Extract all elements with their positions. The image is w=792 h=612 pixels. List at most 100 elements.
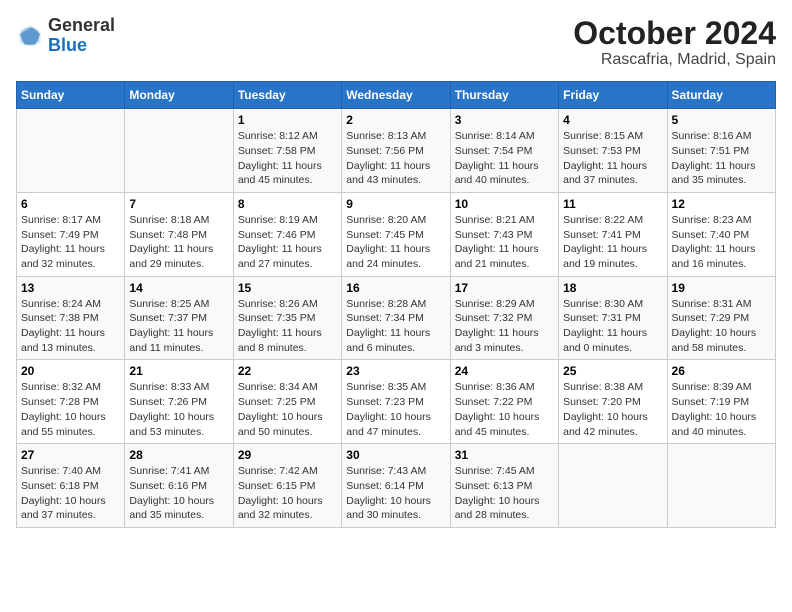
- calendar-cell: 19 Sunrise: 8:31 AMSunset: 7:29 PMDayligh…: [667, 276, 775, 360]
- day-number: 29: [238, 448, 337, 462]
- day-info: Sunrise: 7:41 AMSunset: 6:16 PMDaylight:…: [129, 464, 228, 523]
- day-info: Sunrise: 8:16 AMSunset: 7:51 PMDaylight:…: [672, 129, 771, 188]
- day-info: Sunrise: 8:36 AMSunset: 7:22 PMDaylight:…: [455, 380, 554, 439]
- day-info: Sunrise: 8:26 AMSunset: 7:35 PMDaylight:…: [238, 297, 337, 356]
- day-info: Sunrise: 8:38 AMSunset: 7:20 PMDaylight:…: [563, 380, 662, 439]
- calendar-cell: 23 Sunrise: 8:35 AMSunset: 7:23 PMDayligh…: [342, 360, 450, 444]
- calendar-cell: 28 Sunrise: 7:41 AMSunset: 6:16 PMDayligh…: [125, 444, 233, 528]
- day-info: Sunrise: 7:40 AMSunset: 6:18 PMDaylight:…: [21, 464, 120, 523]
- calendar-week-row: 20 Sunrise: 8:32 AMSunset: 7:28 PMDayligh…: [17, 360, 776, 444]
- calendar-week-row: 6 Sunrise: 8:17 AMSunset: 7:49 PMDaylight…: [17, 192, 776, 276]
- column-header-saturday: Saturday: [667, 82, 775, 109]
- calendar-cell: 27 Sunrise: 7:40 AMSunset: 6:18 PMDayligh…: [17, 444, 125, 528]
- day-info: Sunrise: 7:45 AMSunset: 6:13 PMDaylight:…: [455, 464, 554, 523]
- day-number: 21: [129, 364, 228, 378]
- calendar-cell: 20 Sunrise: 8:32 AMSunset: 7:28 PMDayligh…: [17, 360, 125, 444]
- calendar-cell: 30 Sunrise: 7:43 AMSunset: 6:14 PMDayligh…: [342, 444, 450, 528]
- calendar-cell: 15 Sunrise: 8:26 AMSunset: 7:35 PMDayligh…: [233, 276, 341, 360]
- calendar-cell: 10 Sunrise: 8:21 AMSunset: 7:43 PMDayligh…: [450, 192, 558, 276]
- day-info: Sunrise: 8:39 AMSunset: 7:19 PMDaylight:…: [672, 380, 771, 439]
- calendar-cell: 9Sunrise: 8:20 AMSunset: 7:45 PMDaylight…: [342, 192, 450, 276]
- day-number: 23: [346, 364, 445, 378]
- calendar-cell: 21 Sunrise: 8:33 AMSunset: 7:26 PMDayligh…: [125, 360, 233, 444]
- column-header-wednesday: Wednesday: [342, 82, 450, 109]
- column-header-monday: Monday: [125, 82, 233, 109]
- calendar-cell: [667, 444, 775, 528]
- calendar-header-row: SundayMondayTuesdayWednesdayThursdayFrid…: [17, 82, 776, 109]
- calendar-cell: 14 Sunrise: 8:25 AMSunset: 7:37 PMDayligh…: [125, 276, 233, 360]
- day-number: 31: [455, 448, 554, 462]
- day-number: 17: [455, 281, 554, 295]
- day-info: Sunrise: 8:17 AMSunset: 7:49 PMDaylight:…: [21, 213, 120, 272]
- day-number: 12: [672, 197, 771, 211]
- day-info: Sunrise: 8:22 AMSunset: 7:41 PMDaylight:…: [563, 213, 662, 272]
- day-number: 19: [672, 281, 771, 295]
- calendar-cell: 17 Sunrise: 8:29 AMSunset: 7:32 PMDayligh…: [450, 276, 558, 360]
- day-number: 8: [238, 197, 337, 211]
- calendar-week-row: 1Sunrise: 8:12 AMSunset: 7:58 PMDaylight…: [17, 109, 776, 193]
- calendar-cell: [125, 109, 233, 193]
- day-number: 22: [238, 364, 337, 378]
- calendar-week-row: 27 Sunrise: 7:40 AMSunset: 6:18 PMDayligh…: [17, 444, 776, 528]
- day-number: 15: [238, 281, 337, 295]
- day-number: 10: [455, 197, 554, 211]
- calendar-cell: 24 Sunrise: 8:36 AMSunset: 7:22 PMDayligh…: [450, 360, 558, 444]
- day-info: Sunrise: 8:25 AMSunset: 7:37 PMDaylight:…: [129, 297, 228, 356]
- day-number: 2: [346, 113, 445, 127]
- day-number: 4: [563, 113, 662, 127]
- logo: General Blue: [16, 16, 115, 56]
- calendar-cell: 29Sunrise: 7:42 AMSunset: 6:15 PMDayligh…: [233, 444, 341, 528]
- calendar-subtitle: Rascafria, Madrid, Spain: [573, 51, 776, 69]
- column-header-thursday: Thursday: [450, 82, 558, 109]
- calendar-table: SundayMondayTuesdayWednesdayThursdayFrid…: [16, 81, 776, 528]
- calendar-cell: 25Sunrise: 8:38 AMSunset: 7:20 PMDayligh…: [559, 360, 667, 444]
- calendar-cell: 26Sunrise: 8:39 AMSunset: 7:19 PMDayligh…: [667, 360, 775, 444]
- day-number: 18: [563, 281, 662, 295]
- calendar-cell: 7 Sunrise: 8:18 AMSunset: 7:48 PMDaylight…: [125, 192, 233, 276]
- day-number: 1: [238, 113, 337, 127]
- day-info: Sunrise: 8:31 AMSunset: 7:29 PMDaylight:…: [672, 297, 771, 356]
- day-info: Sunrise: 8:34 AMSunset: 7:25 PMDaylight:…: [238, 380, 337, 439]
- day-info: Sunrise: 8:18 AMSunset: 7:48 PMDaylight:…: [129, 213, 228, 272]
- day-number: 5: [672, 113, 771, 127]
- calendar-cell: [559, 444, 667, 528]
- calendar-cell: 3 Sunrise: 8:14 AMSunset: 7:54 PMDaylight…: [450, 109, 558, 193]
- calendar-cell: 1Sunrise: 8:12 AMSunset: 7:58 PMDaylight…: [233, 109, 341, 193]
- day-info: Sunrise: 8:32 AMSunset: 7:28 PMDaylight:…: [21, 380, 120, 439]
- day-info: Sunrise: 8:14 AMSunset: 7:54 PMDaylight:…: [455, 129, 554, 188]
- day-number: 20: [21, 364, 120, 378]
- day-info: Sunrise: 8:29 AMSunset: 7:32 PMDaylight:…: [455, 297, 554, 356]
- day-number: 14: [129, 281, 228, 295]
- calendar-cell: 22 Sunrise: 8:34 AMSunset: 7:25 PMDayligh…: [233, 360, 341, 444]
- calendar-cell: 18Sunrise: 8:30 AMSunset: 7:31 PMDayligh…: [559, 276, 667, 360]
- calendar-cell: [17, 109, 125, 193]
- day-info: Sunrise: 8:13 AMSunset: 7:56 PMDaylight:…: [346, 129, 445, 188]
- column-header-tuesday: Tuesday: [233, 82, 341, 109]
- day-number: 7: [129, 197, 228, 211]
- page-header: General Blue October 2024 Rascafria, Mad…: [16, 16, 776, 69]
- calendar-cell: 4 Sunrise: 8:15 AMSunset: 7:53 PMDaylight…: [559, 109, 667, 193]
- calendar-cell: 11 Sunrise: 8:22 AMSunset: 7:41 PMDayligh…: [559, 192, 667, 276]
- day-info: Sunrise: 8:23 AMSunset: 7:40 PMDaylight:…: [672, 213, 771, 272]
- day-info: Sunrise: 8:15 AMSunset: 7:53 PMDaylight:…: [563, 129, 662, 188]
- day-info: Sunrise: 8:33 AMSunset: 7:26 PMDaylight:…: [129, 380, 228, 439]
- day-info: Sunrise: 8:21 AMSunset: 7:43 PMDaylight:…: [455, 213, 554, 272]
- day-number: 3: [455, 113, 554, 127]
- day-number: 30: [346, 448, 445, 462]
- calendar-cell: 6 Sunrise: 8:17 AMSunset: 7:49 PMDaylight…: [17, 192, 125, 276]
- calendar-cell: 2 Sunrise: 8:13 AMSunset: 7:56 PMDaylight…: [342, 109, 450, 193]
- calendar-week-row: 13Sunrise: 8:24 AMSunset: 7:38 PMDayligh…: [17, 276, 776, 360]
- calendar-cell: 8Sunrise: 8:19 AMSunset: 7:46 PMDaylight…: [233, 192, 341, 276]
- day-number: 28: [129, 448, 228, 462]
- day-number: 9: [346, 197, 445, 211]
- day-number: 6: [21, 197, 120, 211]
- logo-icon: [16, 22, 44, 50]
- day-number: 27: [21, 448, 120, 462]
- day-info: Sunrise: 8:35 AMSunset: 7:23 PMDaylight:…: [346, 380, 445, 439]
- day-number: 24: [455, 364, 554, 378]
- day-number: 11: [563, 197, 662, 211]
- day-info: Sunrise: 8:24 AMSunset: 7:38 PMDaylight:…: [21, 297, 120, 356]
- title-block: October 2024 Rascafria, Madrid, Spain: [573, 16, 776, 69]
- day-number: 16: [346, 281, 445, 295]
- day-info: Sunrise: 7:43 AMSunset: 6:14 PMDaylight:…: [346, 464, 445, 523]
